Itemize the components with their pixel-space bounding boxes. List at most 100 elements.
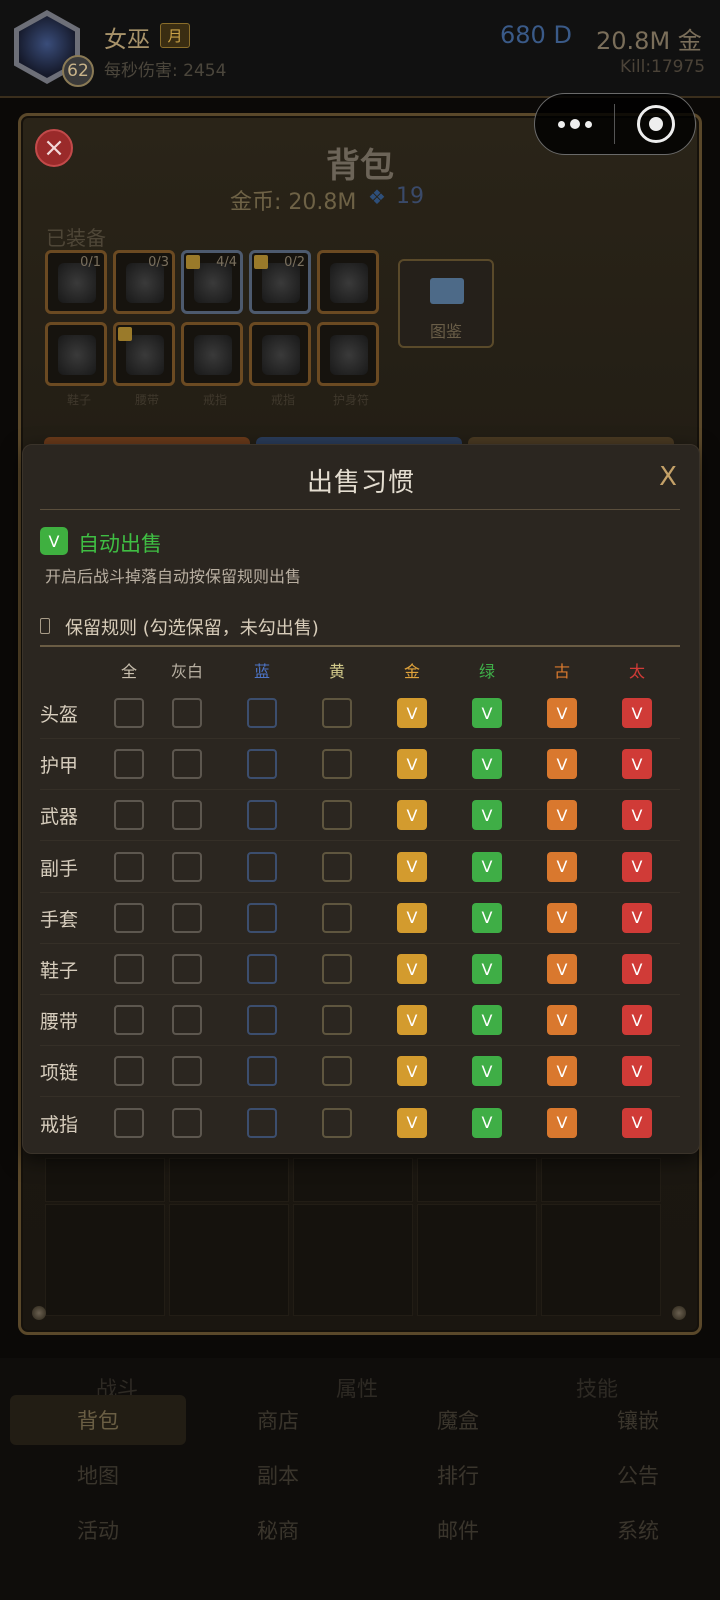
inventory-cell[interactable] xyxy=(541,1158,661,1202)
keep-checkbox[interactable] xyxy=(247,698,277,728)
keep-checkbox[interactable]: V xyxy=(472,1107,502,1138)
inventory-cell[interactable] xyxy=(169,1158,289,1202)
keep-checkbox[interactable] xyxy=(172,954,202,984)
keep-checkbox[interactable]: V xyxy=(472,1005,502,1036)
nav-item[interactable]: 副本 xyxy=(190,1450,366,1500)
equipment-slot[interactable]: 戒指 xyxy=(181,322,243,407)
keep-checkbox[interactable] xyxy=(172,1005,202,1036)
nav-item[interactable]: 镶嵌 xyxy=(550,1395,720,1445)
keep-checkbox[interactable]: V xyxy=(472,698,502,728)
keep-checkbox[interactable]: V xyxy=(547,800,577,831)
keep-checkbox[interactable]: V xyxy=(622,1056,652,1087)
keep-checkbox[interactable] xyxy=(322,1107,352,1138)
inventory-cell[interactable] xyxy=(417,1204,537,1316)
keep-checkbox[interactable]: V xyxy=(397,1056,427,1087)
keep-checkbox[interactable]: V xyxy=(397,954,427,984)
nav-item[interactable]: 活动 xyxy=(10,1505,186,1555)
keep-checkbox[interactable]: V xyxy=(397,1005,427,1036)
keep-checkbox[interactable]: V xyxy=(622,800,652,831)
keep-checkbox[interactable]: V xyxy=(547,1056,577,1087)
equipment-slot[interactable]: 鞋子 xyxy=(45,322,107,407)
keep-checkbox[interactable] xyxy=(172,851,202,882)
nav-item[interactable]: 背包 xyxy=(10,1395,186,1445)
keep-checkbox[interactable]: V xyxy=(622,902,652,933)
keep-checkbox[interactable]: V xyxy=(622,1005,652,1036)
keep-checkbox[interactable] xyxy=(247,1107,277,1138)
keep-checkbox[interactable] xyxy=(172,800,202,831)
keep-checkbox[interactable]: V xyxy=(397,851,427,882)
equipment-slot[interactable]: 护身符 xyxy=(317,322,379,407)
keep-checkbox[interactable] xyxy=(114,1107,144,1138)
inventory-cell[interactable] xyxy=(45,1158,165,1202)
keep-checkbox[interactable] xyxy=(114,1056,144,1087)
keep-checkbox[interactable]: V xyxy=(547,698,577,728)
equipment-slot[interactable]: 腰带 xyxy=(113,322,175,407)
keep-checkbox[interactable] xyxy=(172,1107,202,1138)
keep-checkbox[interactable]: V xyxy=(397,902,427,933)
modal-close-button[interactable]: X xyxy=(656,462,680,492)
keep-checkbox[interactable]: V xyxy=(472,851,502,882)
equipment-slot[interactable] xyxy=(317,250,379,314)
more-icon[interactable] xyxy=(553,110,597,138)
equipment-slot[interactable]: 4/4 xyxy=(181,250,243,314)
inventory-cell[interactable] xyxy=(417,1158,537,1202)
equipment-slot[interactable]: 0/3 xyxy=(113,250,175,314)
keep-checkbox[interactable] xyxy=(247,749,277,780)
keep-checkbox[interactable]: V xyxy=(547,851,577,882)
monthly-card-badge[interactable]: 月 xyxy=(160,23,190,48)
keep-checkbox[interactable] xyxy=(322,954,352,984)
keep-checkbox[interactable] xyxy=(114,902,144,933)
keep-checkbox[interactable]: V xyxy=(472,800,502,831)
keep-checkbox[interactable]: V xyxy=(472,902,502,933)
nav-item[interactable]: 邮件 xyxy=(370,1505,546,1555)
keep-checkbox[interactable] xyxy=(322,800,352,831)
keep-checkbox[interactable] xyxy=(114,1005,144,1036)
keep-checkbox[interactable]: V xyxy=(622,851,652,882)
keep-checkbox[interactable]: V xyxy=(547,749,577,780)
nav-item[interactable]: 地图 xyxy=(10,1450,186,1500)
keep-checkbox[interactable]: V xyxy=(622,749,652,780)
keep-checkbox[interactable]: V xyxy=(547,902,577,933)
keep-checkbox[interactable]: V xyxy=(622,698,652,728)
keep-checkbox[interactable] xyxy=(247,1005,277,1036)
keep-checkbox[interactable] xyxy=(172,749,202,780)
keep-checkbox[interactable] xyxy=(114,800,144,831)
inventory-cell[interactable] xyxy=(541,1204,661,1316)
keep-checkbox[interactable]: V xyxy=(547,1005,577,1036)
keep-checkbox[interactable]: V xyxy=(547,954,577,984)
keep-checkbox[interactable]: V xyxy=(622,1107,652,1138)
keep-checkbox[interactable]: V xyxy=(472,954,502,984)
keep-checkbox[interactable] xyxy=(322,1005,352,1036)
keep-checkbox[interactable] xyxy=(114,954,144,984)
nav-item[interactable]: 秘商 xyxy=(190,1505,366,1555)
keep-checkbox[interactable] xyxy=(322,902,352,933)
keep-checkbox[interactable] xyxy=(322,749,352,780)
keep-checkbox[interactable] xyxy=(322,698,352,728)
equipment-slot[interactable]: 0/1 xyxy=(45,250,107,314)
keep-checkbox[interactable]: V xyxy=(472,1056,502,1087)
keep-checkbox[interactable] xyxy=(247,902,277,933)
nav-item[interactable]: 排行 xyxy=(370,1450,546,1500)
keep-checkbox[interactable] xyxy=(172,902,202,933)
keep-checkbox[interactable]: V xyxy=(397,698,427,728)
nav-item[interactable]: 系统 xyxy=(550,1505,720,1555)
keep-checkbox[interactable]: V xyxy=(622,954,652,984)
keep-checkbox[interactable] xyxy=(247,851,277,882)
nav-item[interactable]: 商店 xyxy=(190,1395,366,1445)
keep-checkbox[interactable] xyxy=(172,1056,202,1087)
keep-checkbox[interactable]: V xyxy=(397,1107,427,1138)
inventory-cell[interactable] xyxy=(169,1204,289,1316)
keep-checkbox[interactable] xyxy=(322,1056,352,1087)
keep-checkbox[interactable] xyxy=(114,851,144,882)
keep-checkbox[interactable]: V xyxy=(397,749,427,780)
inventory-cell[interactable] xyxy=(293,1158,413,1202)
equipment-slot[interactable]: 0/2 xyxy=(249,250,311,314)
keep-checkbox[interactable] xyxy=(322,851,352,882)
keep-checkbox[interactable] xyxy=(114,698,144,728)
keep-checkbox[interactable] xyxy=(247,1056,277,1087)
keep-checkbox[interactable]: V xyxy=(547,1107,577,1138)
keep-checkbox[interactable] xyxy=(114,749,144,780)
keep-checkbox[interactable] xyxy=(172,698,202,728)
nav-item[interactable]: 魔盒 xyxy=(370,1395,546,1445)
keep-checkbox[interactable]: V xyxy=(397,800,427,831)
